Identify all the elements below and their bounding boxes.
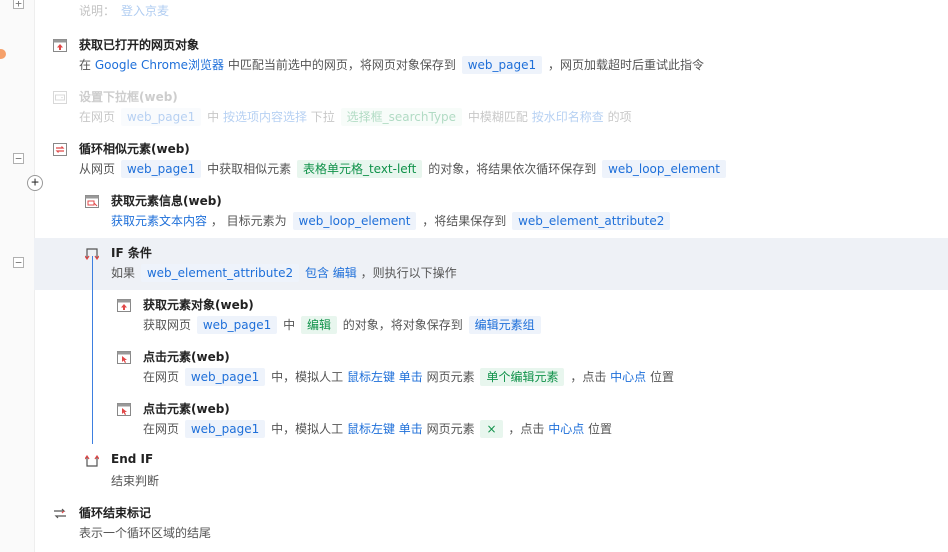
line-gutter xyxy=(0,0,35,552)
variable-tag[interactable]: web_element_attribute2 xyxy=(140,264,300,282)
variable-tag[interactable]: web_loop_element xyxy=(602,160,726,178)
collapse-if-toggle[interactable]: − xyxy=(13,257,24,268)
step-title: End IF xyxy=(111,452,154,466)
element-tag[interactable]: 单个编辑元素 xyxy=(480,368,565,386)
browser-link[interactable]: Google Chrome浏览器 xyxy=(95,58,224,72)
step-row-partial[interactable]: 说明： 登入京麦 xyxy=(34,0,948,18)
click-position-link[interactable]: 中心点 xyxy=(610,370,646,384)
variable-tag[interactable]: web_page1 xyxy=(184,368,266,386)
variable-tag[interactable]: web_page1 xyxy=(196,316,278,334)
step-row-loop-similar[interactable]: 循环相似元素(web) 从网页 web_page1 中获取相似元素 表格单元格_… xyxy=(34,134,948,186)
element-tag[interactable]: × xyxy=(480,420,503,438)
step-desc: 如果 web_element_attribute2 包含 编辑 ，则执行以下操作 xyxy=(111,264,457,282)
browser-click-icon xyxy=(117,351,131,364)
info-type-link[interactable]: 获取元素文本内容 xyxy=(111,214,207,228)
variable-tag[interactable]: web_page1 xyxy=(120,160,202,178)
loop-end-icon xyxy=(54,508,66,519)
step-row-end-if[interactable]: End IF 结束判断 xyxy=(34,446,948,498)
step-row-click-element-1[interactable]: 点击元素(web) 在网页 web_page1 中，模拟人工 鼠标左键 单击 网… xyxy=(34,342,948,394)
step-title: 获取已打开的网页对象 xyxy=(79,38,200,52)
step-title: 循环相似元素(web) xyxy=(79,142,190,156)
variable-tag[interactable]: web_page1 xyxy=(461,56,543,74)
step-title: 获取元素对象(web) xyxy=(143,298,254,312)
step-desc: 获取元素文本内容 ， 目标元素为 web_loop_element ，将结果保存… xyxy=(111,212,672,230)
step-desc: 在网页 web_page1 中 按选项内容选择 下拉 选择框_searchTyp… xyxy=(79,108,632,126)
click-type-link[interactable]: 单击 xyxy=(399,422,423,436)
step-desc: 在网页 web_page1 中，模拟人工 鼠标左键 单击 网页元素 × ，点击 … xyxy=(143,420,613,438)
variable-tag[interactable]: web_page1 xyxy=(120,108,202,126)
step-desc: 表示一个循环区域的结尾 xyxy=(79,526,212,540)
step-row-loop-end[interactable]: 循环结束标记 表示一个循环区域的结尾 xyxy=(34,498,948,550)
step-title: 点击元素(web) xyxy=(143,402,230,416)
browser-object-icon xyxy=(117,299,131,312)
option-link[interactable]: 按选项内容选择 xyxy=(223,110,307,124)
variable-tag[interactable]: 编辑元素组 xyxy=(468,316,541,334)
click-type-link[interactable]: 单击 xyxy=(399,370,423,384)
step-desc: 从网页 web_page1 中获取相似元素 表格单元格_text-left 的对… xyxy=(79,160,728,178)
step-title: 设置下拉框(web) xyxy=(79,90,178,104)
step-row-get-open-page[interactable]: 获取已打开的网页对象 在 Google Chrome浏览器 中匹配当前选中的网页… xyxy=(34,30,948,82)
step-title: 获取元素信息(web) xyxy=(111,194,222,208)
variable-tag[interactable]: web_page1 xyxy=(184,420,266,438)
step-desc: 结束判断 xyxy=(111,474,160,488)
step-row-set-dropdown[interactable]: 设置下拉框(web) 在网页 web_page1 中 按选项内容选择 下拉 选择… xyxy=(34,82,948,134)
step-desc: 在 Google Chrome浏览器 中匹配当前选中的网页，将网页对象保存到 w… xyxy=(79,56,704,74)
dropdown-icon xyxy=(53,91,67,104)
element-tag[interactable]: 表格单元格_text-left xyxy=(296,160,423,178)
step-desc: 在网页 web_page1 中，模拟人工 鼠标左键 单击 网页元素 单个编辑元素… xyxy=(143,368,675,386)
variable-tag[interactable]: web_loop_element xyxy=(292,212,417,230)
step-title: 循环结束标记 xyxy=(79,506,152,520)
operator-link[interactable]: 包含 xyxy=(305,266,329,280)
step-title: IF 条件 xyxy=(111,246,152,260)
mouse-button-link[interactable]: 鼠标左键 xyxy=(347,422,395,436)
loop-icon xyxy=(53,143,67,156)
collapse-loop-toggle[interactable]: − xyxy=(13,153,24,164)
element-tag[interactable]: 选择框_searchType xyxy=(340,108,463,126)
step-row-get-element-info[interactable]: 获取元素信息(web) 获取元素文本内容 ， 目标元素为 web_loop_el… xyxy=(34,186,948,238)
browser-click-icon xyxy=(117,403,131,416)
step-title: 点击元素(web) xyxy=(143,350,230,364)
step-row-get-element-object[interactable]: 获取元素对象(web) 获取网页 web_page1 中 编辑 的对象，将对象保… xyxy=(34,290,948,342)
step-row-click-element-2[interactable]: 点击元素(web) 在网页 web_page1 中，模拟人工 鼠标左键 单击 网… xyxy=(34,394,948,446)
element-tag[interactable]: 编辑 xyxy=(300,316,337,334)
end-if-icon xyxy=(85,455,99,467)
mouse-button-link[interactable]: 鼠标左键 xyxy=(347,370,395,384)
value-link[interactable]: 编辑 xyxy=(333,266,357,280)
variable-tag[interactable]: web_element_attribute2 xyxy=(512,212,671,230)
match-link[interactable]: 按水印名称查 xyxy=(532,110,604,124)
step-row-if-condition[interactable]: IF 条件 如果 web_element_attribute2 包含 编辑 ，则… xyxy=(34,238,948,290)
click-position-link[interactable]: 中心点 xyxy=(548,422,584,436)
browser-get-icon xyxy=(53,39,67,52)
step-desc: 说明： 登入京麦 xyxy=(79,4,170,18)
expand-toggle-top[interactable]: + xyxy=(13,0,24,9)
step-desc: 获取网页 web_page1 中 编辑 的对象，将对象保存到 编辑元素组 xyxy=(143,316,543,334)
browser-info-icon xyxy=(85,195,99,208)
